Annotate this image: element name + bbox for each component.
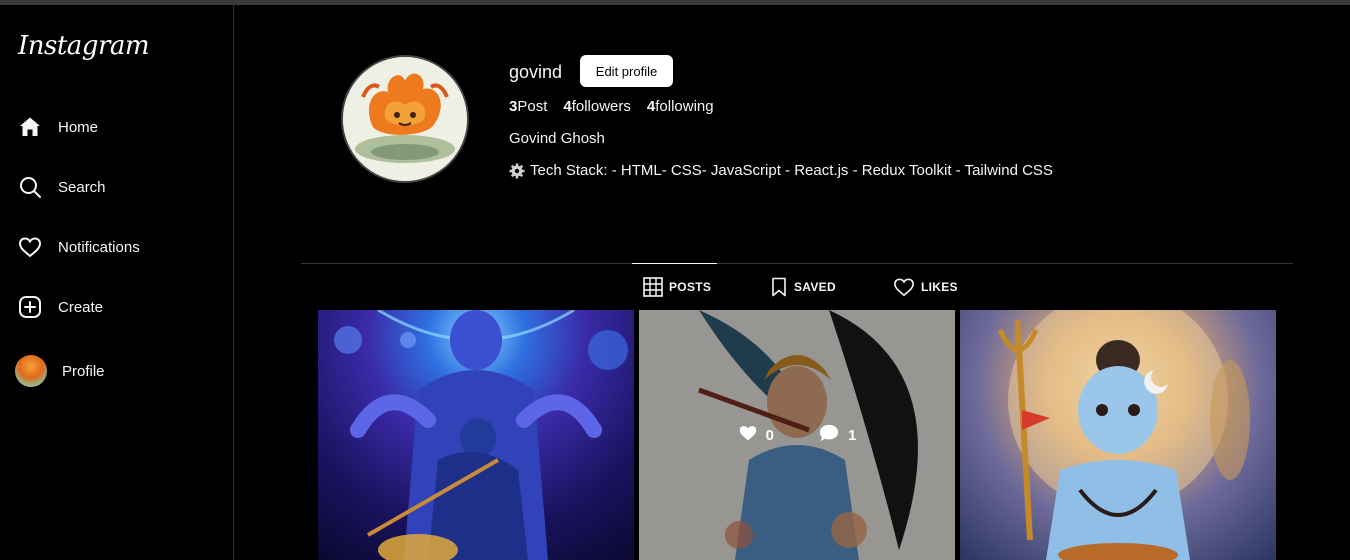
post-comments: 1 xyxy=(818,423,856,447)
sidebar-item-create[interactable]: Create xyxy=(16,287,216,327)
grid-icon xyxy=(643,277,663,297)
instagram-logo[interactable]: Instagram xyxy=(18,31,150,61)
sidebar-item-label: Create xyxy=(58,298,104,316)
post-thumbnail-1[interactable] xyxy=(318,310,634,560)
heart-icon xyxy=(16,233,44,261)
bio-text: Tech Stack: - HTML- CSS- JavaScript - Re… xyxy=(530,162,1053,179)
post-hover-overlay: 0 1 xyxy=(639,310,955,560)
profile-stats: 3Post 4followers 4following xyxy=(509,98,730,115)
sidebar-item-label: Search xyxy=(58,178,106,196)
tab-label: SAVED xyxy=(794,280,836,294)
heart-icon xyxy=(893,277,915,297)
home-icon xyxy=(16,113,44,141)
tab-label: LIKES xyxy=(921,280,958,294)
gear-icon xyxy=(509,163,525,179)
profile-bio: Tech Stack: - HTML- CSS- JavaScript - Re… xyxy=(509,162,1053,179)
sidebar-item-profile[interactable]: Profile xyxy=(14,351,216,391)
avatar xyxy=(14,354,48,388)
active-tab-indicator xyxy=(632,263,717,264)
profile-full-name: Govind Ghosh xyxy=(509,130,605,147)
heart-icon xyxy=(738,424,766,446)
posts-count: 3Post xyxy=(509,98,548,115)
sidebar-item-label: Profile xyxy=(62,362,105,380)
tab-saved[interactable]: SAVED xyxy=(770,276,836,298)
post-likes: 0 xyxy=(738,424,774,446)
followers-count[interactable]: 4followers xyxy=(563,98,631,115)
edit-profile-button[interactable]: Edit profile xyxy=(580,55,673,87)
bookmark-icon xyxy=(770,277,788,297)
tabs-divider xyxy=(301,263,1293,264)
sidebar-item-search[interactable]: Search xyxy=(16,167,216,207)
sidebar-item-home[interactable]: Home xyxy=(16,107,216,147)
search-icon xyxy=(16,173,44,201)
sidebar: Instagram Home Search Notifications Crea… xyxy=(0,5,234,560)
following-count[interactable]: 4following xyxy=(647,98,714,115)
comment-icon xyxy=(818,423,848,447)
sidebar-item-notifications[interactable]: Notifications xyxy=(16,227,216,267)
tab-label: POSTS xyxy=(669,280,712,294)
post-thumbnail-2[interactable]: 0 1 xyxy=(639,310,955,560)
plus-square-icon xyxy=(16,293,44,321)
sidebar-item-label: Home xyxy=(58,118,99,136)
profile-avatar[interactable] xyxy=(341,55,469,183)
profile-username: govind xyxy=(509,62,563,82)
sidebar-item-label: Notifications xyxy=(58,238,140,256)
tab-posts[interactable]: POSTS xyxy=(643,276,711,298)
tab-likes[interactable]: LIKES xyxy=(893,276,958,298)
post-thumbnail-3[interactable] xyxy=(960,310,1276,560)
